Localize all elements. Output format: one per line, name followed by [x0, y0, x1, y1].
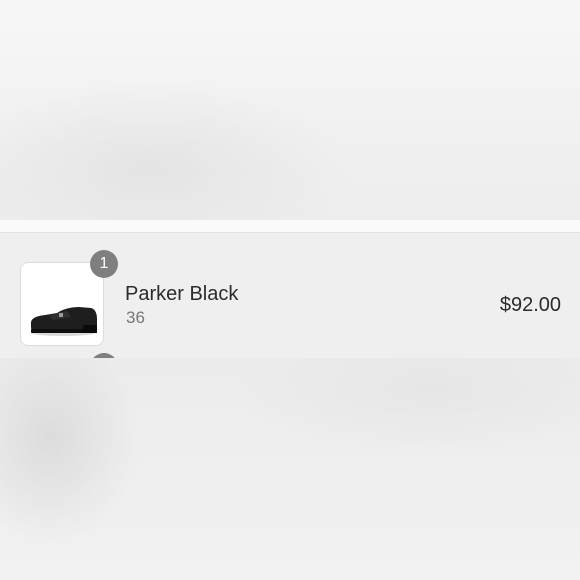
order-summary-list: 1 Parker Black 36 $92.00	[0, 233, 580, 358]
blurred-background-top	[0, 0, 580, 220]
product-price: $92.00	[499, 294, 561, 316]
quantity-badge: 1	[90, 250, 118, 278]
product-variant: 36	[126, 308, 145, 327]
line-item[interactable]: 1 Parker Black 36 $92.00	[0, 233, 580, 358]
section-divider	[0, 220, 580, 233]
black-loafer-shoe-icon	[31, 307, 97, 336]
product-name: Parker Black	[125, 283, 239, 305]
blurred-background-bottom	[0, 358, 580, 580]
product-thumbnail	[20, 262, 104, 346]
